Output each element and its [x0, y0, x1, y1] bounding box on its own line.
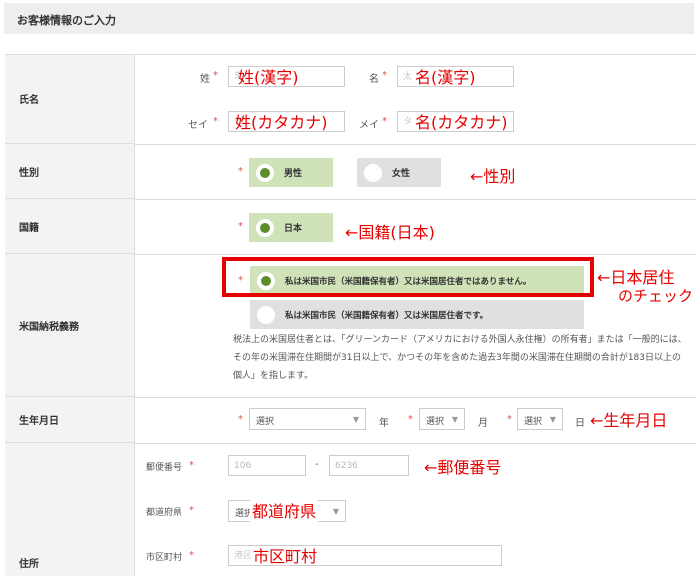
prefecture-label: 都道府県 [146, 508, 183, 518]
postal-code-2-input[interactable] [329, 455, 409, 476]
required-mark: * [189, 505, 194, 516]
section-title: お客様情報のご入力 [17, 14, 116, 27]
year-unit: 年 [379, 418, 389, 429]
row-label-nationality-text: 国籍 [19, 222, 39, 234]
annotation-gender: ←性別 [470, 167, 516, 186]
radio-circle-icon [257, 305, 275, 324]
annotation-sei-kana: 姓(カタカナ) [235, 113, 328, 132]
postal-label: 郵便番号 [146, 463, 183, 473]
required-mark: * [238, 414, 243, 425]
birth-day-select-value: 選択 [524, 417, 543, 427]
annotation-prefecture: 都道府県 [250, 498, 319, 522]
row-divider [5, 54, 696, 55]
nationality-japan-radio[interactable]: 日本 [249, 213, 333, 242]
required-mark: * [382, 116, 387, 127]
row-label-us-tax-text: 米国納税義務 [19, 321, 79, 333]
gender-female-radio[interactable]: 女性 [357, 158, 441, 187]
gender-male-label: 男性 [284, 169, 303, 179]
annotation-mei: 名(漢字) [415, 68, 476, 87]
required-mark: * [189, 550, 194, 561]
us-tax-note: 税法上の米国居住者とは、「グリーンカード（アメリカにおける外国人永住権）の所有者… [233, 335, 687, 381]
row-label-gender: 性別 [5, 144, 135, 199]
row-label-birth: 生年月日 [5, 397, 135, 443]
us-tax-resident-radio[interactable]: 私は米国市民（米国籍保有者）又は米国居住者です。 [250, 300, 584, 329]
birth-month-select-value: 選択 [426, 417, 445, 427]
row-label-address: 住所 [5, 443, 135, 576]
us-tax-resident-label: 私は米国市民（米国籍保有者）又は米国居住者です。 [285, 310, 489, 321]
annotation-us-tax-line2: のチェック [618, 287, 694, 305]
sei-kana-label: セイ [188, 120, 208, 131]
row-label-gender-text: 性別 [19, 167, 39, 179]
annotation-mei-kana: 名(カタカナ) [415, 113, 508, 132]
row-label-birth-text: 生年月日 [19, 416, 59, 427]
required-mark: * [213, 70, 218, 81]
annotation-sei: 姓(漢字) [238, 68, 299, 87]
chevron-down-icon: ▼ [352, 415, 359, 424]
row-divider [135, 199, 696, 200]
radio-circle-icon [256, 218, 274, 237]
chevron-down-icon: ▼ [549, 415, 556, 424]
row-label-name-text: 氏名 [19, 95, 39, 106]
required-mark: * [189, 460, 194, 471]
required-mark: * [507, 414, 512, 425]
row-divider [135, 144, 696, 145]
birth-year-select-value: 選択 [256, 417, 275, 427]
row-label-us-tax: 米国納税義務 [5, 254, 135, 397]
sei-label: 姓 [200, 74, 210, 85]
annotation-birth: ←生年月日 [590, 411, 668, 430]
gender-female-label: 女性 [392, 169, 411, 179]
radio-circle-icon [256, 163, 274, 182]
row-divider [135, 254, 696, 255]
required-mark: * [213, 116, 218, 127]
annotation-nationality: ←国籍(日本) [345, 223, 435, 242]
highlight-box [222, 257, 594, 297]
annotation-city: 市区町村 [253, 547, 318, 566]
postal-code-1-input[interactable] [228, 455, 306, 476]
required-mark: * [382, 70, 387, 81]
row-label-address-text: 住所 [19, 559, 39, 570]
row-divider [135, 443, 696, 444]
postal-dash: - [315, 459, 319, 470]
chevron-down-icon: ▼ [332, 507, 339, 516]
required-mark: * [238, 221, 243, 232]
annotation-postal: ←郵便番号 [424, 458, 502, 477]
birth-day-select[interactable]: 選択 ▼ [517, 408, 563, 430]
day-unit: 日 [575, 418, 585, 429]
required-mark: * [408, 414, 413, 425]
birth-month-select[interactable]: 選択 ▼ [419, 408, 465, 430]
row-divider [135, 397, 696, 398]
chevron-down-icon: ▼ [451, 415, 458, 424]
mei-kana-label: メイ [359, 120, 379, 131]
mei-label: 名 [369, 74, 379, 85]
required-mark: * [238, 166, 243, 177]
gender-male-radio[interactable]: 男性 [249, 158, 333, 187]
section-header: お客様情報のご入力 [4, 3, 694, 34]
row-label-name: 氏名 [5, 54, 135, 144]
nationality-japan-label: 日本 [284, 224, 303, 234]
month-unit: 月 [478, 418, 488, 429]
radio-circle-icon [364, 163, 382, 182]
birth-year-select[interactable]: 選択 ▼ [249, 408, 366, 430]
city-label: 市区町村 [146, 553, 183, 563]
row-label-nationality: 国籍 [5, 199, 135, 254]
